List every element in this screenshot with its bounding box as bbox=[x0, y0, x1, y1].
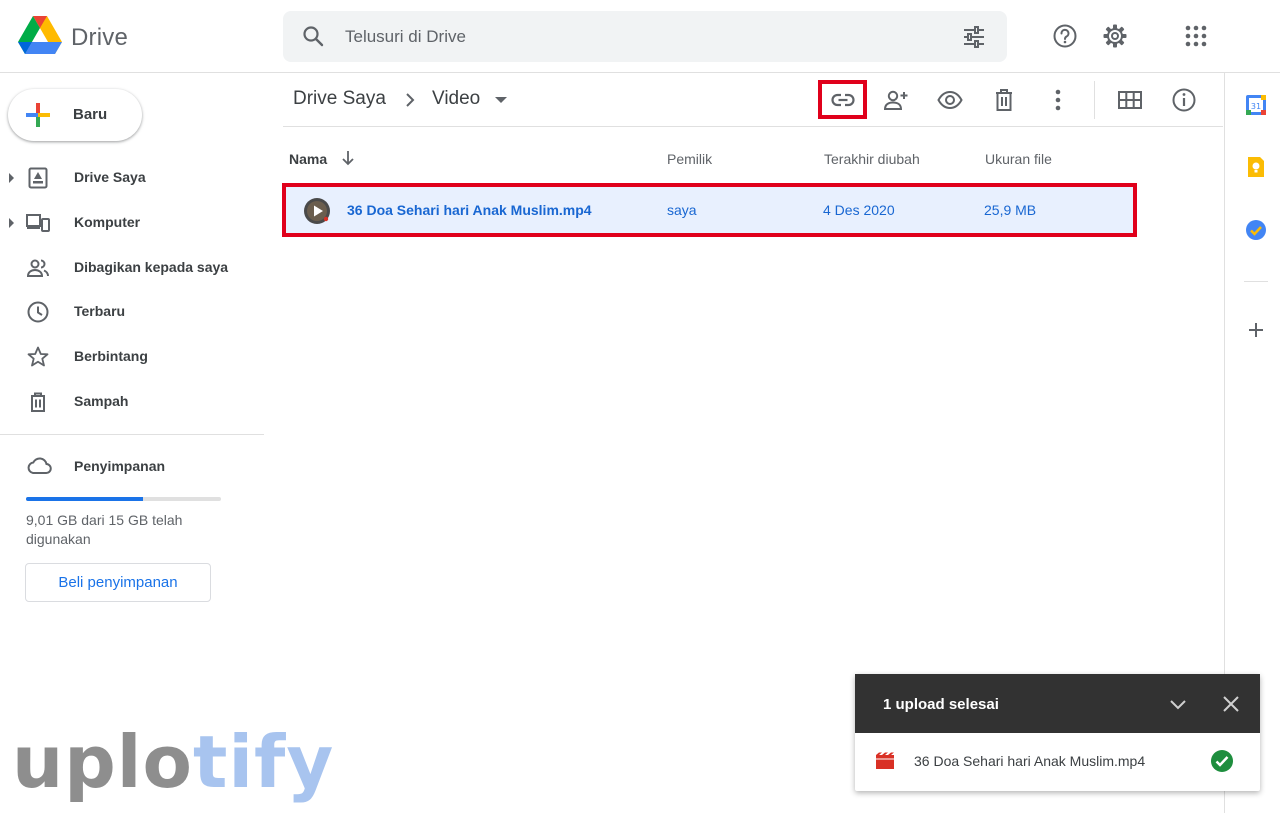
side-panel-separator bbox=[1244, 281, 1268, 282]
column-header-owner[interactable]: Pemilik bbox=[667, 151, 712, 167]
video-file-icon bbox=[876, 752, 894, 769]
apps-grid-icon[interactable] bbox=[1183, 23, 1209, 49]
sidebar-item-shared-with-me[interactable]: Dibagikan kepada saya bbox=[0, 248, 262, 288]
breadcrumb-my-drive[interactable]: Drive Saya bbox=[293, 88, 386, 110]
new-button[interactable]: Baru bbox=[8, 89, 142, 141]
new-button-label: Baru bbox=[73, 106, 108, 123]
uploaded-file-name[interactable]: 36 Doa Sehari hari Anak Muslim.mp4 bbox=[914, 753, 1145, 769]
toolbar-divider bbox=[1094, 81, 1095, 119]
watermark-logo: uplotify bbox=[12, 722, 334, 802]
sidebar-item-label: Berbintang bbox=[74, 348, 148, 364]
watermark-part: tify bbox=[192, 720, 335, 804]
more-vert-icon[interactable] bbox=[1045, 87, 1071, 113]
file-name[interactable]: 36 Doa Sehari hari Anak Muslim.mp4 bbox=[347, 202, 592, 218]
tasks-icon[interactable] bbox=[1244, 218, 1268, 242]
file-modified: 4 Des 2020 bbox=[823, 202, 895, 218]
storage-usage-text: 9,01 GB dari 15 GB telah digunakan bbox=[26, 512, 183, 547]
video-thumbnail-icon bbox=[304, 198, 330, 224]
clock-icon bbox=[27, 301, 49, 323]
search-options-icon[interactable] bbox=[961, 24, 987, 50]
storage-usage-bar bbox=[26, 497, 221, 501]
settings-icon[interactable] bbox=[1102, 23, 1128, 49]
sidebar-item-computers[interactable]: Komputer bbox=[0, 203, 262, 243]
info-icon[interactable] bbox=[1171, 87, 1197, 113]
close-icon[interactable] bbox=[1220, 693, 1242, 715]
buy-storage-button[interactable]: Beli penyimpanan bbox=[25, 563, 211, 602]
add-person-icon[interactable] bbox=[883, 87, 909, 113]
column-header-size[interactable]: Ukuran file bbox=[985, 151, 1052, 167]
watermark-part: uplo bbox=[12, 720, 193, 804]
sidebar-item-label: Komputer bbox=[74, 214, 141, 230]
sidebar-item-label: Terbaru bbox=[74, 303, 126, 319]
preview-eye-icon[interactable] bbox=[937, 87, 963, 113]
search-icon[interactable] bbox=[301, 24, 325, 48]
sidebar-item-trash[interactable]: Sampah bbox=[0, 382, 262, 422]
top-bar: Drive bbox=[0, 0, 1280, 73]
plus-icon[interactable] bbox=[1244, 318, 1268, 342]
get-link-highlight bbox=[818, 80, 867, 119]
chevron-right-icon bbox=[406, 93, 415, 107]
toolbar-bottom-divider bbox=[283, 126, 1223, 127]
keep-icon[interactable] bbox=[1244, 155, 1268, 179]
breadcrumb-current-folder[interactable]: Video bbox=[432, 88, 480, 110]
svg-text:31: 31 bbox=[1251, 102, 1261, 111]
file-size: 25,9 MB bbox=[984, 202, 1037, 218]
expand-arrow-icon[interactable] bbox=[9, 173, 14, 183]
app-brand[interactable]: Drive bbox=[71, 24, 128, 52]
file-owner: saya bbox=[667, 202, 697, 218]
google-drive-logo-icon[interactable] bbox=[18, 16, 62, 56]
chevron-down-icon[interactable] bbox=[1167, 693, 1189, 715]
cloud-icon bbox=[27, 457, 52, 474]
storage-usage-fill bbox=[26, 497, 143, 501]
table-row[interactable]: 36 Doa Sehari hari Anak Muslim.mp4 saya … bbox=[282, 183, 1137, 237]
sort-arrow-down-icon[interactable] bbox=[340, 149, 356, 167]
column-header-modified[interactable]: Terakhir diubah bbox=[824, 151, 920, 167]
delete-icon[interactable] bbox=[991, 87, 1017, 113]
sidebar-divider bbox=[0, 434, 264, 435]
computer-icon bbox=[26, 214, 50, 232]
folder-dropdown-arrow-icon[interactable] bbox=[495, 97, 507, 103]
search-input[interactable] bbox=[345, 24, 925, 50]
sidebar-item-label: Drive Saya bbox=[74, 169, 146, 185]
sidebar-item-label: Sampah bbox=[74, 393, 129, 409]
upload-status-panel: 1 upload selesai 36 Doa Sehari hari Anak… bbox=[855, 674, 1260, 791]
plus-multicolor-icon bbox=[26, 103, 50, 127]
my-drive-icon bbox=[28, 167, 48, 189]
grid-view-icon[interactable] bbox=[1117, 87, 1143, 113]
calendar-icon[interactable]: 31 bbox=[1244, 93, 1268, 117]
expand-arrow-icon[interactable] bbox=[9, 218, 14, 228]
sidebar-item-recent[interactable]: Terbaru bbox=[0, 292, 262, 332]
sidebar-item-my-drive[interactable]: Drive Saya bbox=[0, 158, 262, 198]
column-header-name[interactable]: Nama bbox=[289, 151, 327, 167]
star-icon bbox=[27, 346, 49, 367]
sidebar-item-label: Dibagikan kepada saya bbox=[74, 259, 229, 275]
help-icon[interactable] bbox=[1052, 23, 1078, 49]
shared-icon bbox=[26, 259, 49, 277]
sidebar-item-starred[interactable]: Berbintang bbox=[0, 337, 262, 377]
upload-panel-title: 1 upload selesai bbox=[883, 696, 999, 713]
check-circle-icon bbox=[1211, 750, 1233, 772]
storage-label[interactable]: Penyimpanan bbox=[74, 458, 165, 474]
trash-icon bbox=[31, 392, 45, 412]
search-bar[interactable] bbox=[283, 11, 1007, 62]
upload-panel-header: 1 upload selesai bbox=[855, 674, 1260, 733]
